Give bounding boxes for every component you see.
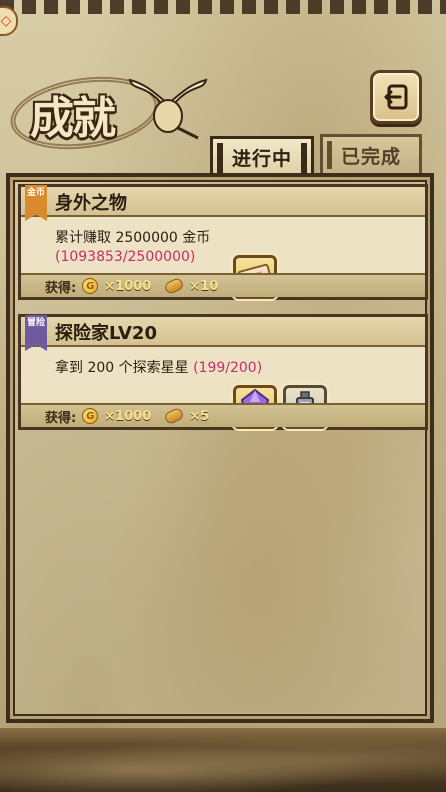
achievement-card[interactable]: 冒险 探险家LV20 拿到 200 个探索星星 (199/200) 200 获得… [18,314,428,430]
achievement-name: 身外之物 [55,193,127,214]
achievement-description: 拿到 200 个探索星星 (199/200) [55,360,263,376]
coin-reward-amount: ×1000 [104,408,152,424]
bread-icon [163,276,185,296]
bread-icon [163,406,185,426]
achievement-progress: (1093853/2500000) [55,249,196,265]
reward-label: 获得: [45,280,77,296]
bottom-map-decoration [0,738,446,792]
achievement-description: 累计赚取 2500000 金币 [55,230,211,246]
achievement-progress: (199/200) [193,360,263,376]
reward-bar: 获得: G ×1000 ×5 [21,403,425,427]
top-border-decoration [0,0,446,14]
return-button[interactable] [370,70,422,124]
gold-coin-icon: G [82,278,99,294]
bread-reward-amount: ×10 [189,278,219,294]
bread-reward-amount: ×5 [189,408,210,424]
winged-emblem-icon [128,78,208,140]
reward-bar: 获得: G ×1000 ×10 [21,273,425,297]
page-title: 成就 [30,93,116,144]
title-emblem: 成就 [5,67,208,159]
gold-coin-icon: G [82,408,99,424]
return-arrow-icon [384,84,408,110]
reward-label: 获得: [45,410,77,426]
arrow-left-icon: ◇ [0,13,12,29]
coin-reward-amount: ×1000 [104,278,152,294]
achievement-card[interactable]: 金币 身外之物 累计赚取 2500000 金币 (1093853/2500000… [18,184,428,300]
tab-completed[interactable]: 已完成 [320,134,422,174]
tab-in-progress[interactable]: 进行中 [210,136,314,176]
achievement-name: 探险家LV20 [55,323,157,344]
